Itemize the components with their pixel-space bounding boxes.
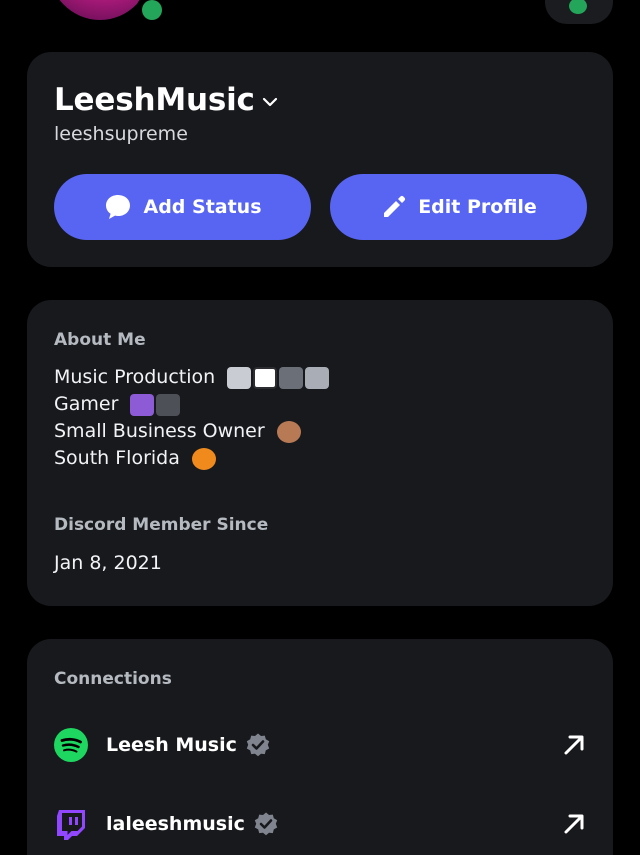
about-line: South Florida xyxy=(54,447,216,470)
external-link-arrow-icon[interactable] xyxy=(562,733,586,757)
pencil-icon xyxy=(384,195,406,217)
about-line: Small Business Owner xyxy=(54,420,301,443)
about-heading: About Me xyxy=(54,330,146,350)
verified-badge-icon xyxy=(246,733,270,757)
username: leeshsupreme xyxy=(54,123,188,145)
alien-monster-icon xyxy=(130,393,155,416)
office-worker-icon xyxy=(276,420,301,443)
profile-card: LeeshMusic leeshsupreme Add Status Edit … xyxy=(27,52,613,267)
edit-profile-label: Edit Profile xyxy=(418,196,537,218)
headphones-icon xyxy=(227,366,252,389)
connection-name: Leesh Music xyxy=(106,734,237,756)
connection-item[interactable]: Leesh Music xyxy=(54,725,586,765)
connection-item[interactable]: laleeshmusic xyxy=(54,804,586,844)
connections-card: Connections Leesh Music laleeshmusic xyxy=(27,639,613,855)
verified-badge-icon xyxy=(254,812,278,836)
connection-name: laleeshmusic xyxy=(106,813,245,835)
add-status-button[interactable]: Add Status xyxy=(54,174,311,240)
external-link-arrow-icon[interactable] xyxy=(562,812,586,836)
mixer-icon xyxy=(305,366,330,389)
profile-page: LeeshMusic leeshsupreme Add Status Edit … xyxy=(0,0,640,855)
about-line: Music Production xyxy=(54,366,330,389)
chevron-down-icon xyxy=(262,97,277,107)
gamer-emojis xyxy=(130,393,181,416)
piano-icon xyxy=(253,366,278,389)
connections-heading: Connections xyxy=(54,669,172,689)
about-line: Gamer xyxy=(54,393,181,416)
music-emojis xyxy=(227,366,330,389)
business-emojis xyxy=(276,420,301,443)
nitro-badge-button[interactable] xyxy=(545,0,613,24)
nitro-icon xyxy=(569,0,587,14)
twitch-icon xyxy=(57,810,85,840)
edit-profile-button[interactable]: Edit Profile xyxy=(330,174,587,240)
display-name-row[interactable]: LeeshMusic xyxy=(54,82,279,118)
member-since-date: Jan 8, 2021 xyxy=(54,552,162,574)
florida-emojis xyxy=(191,447,216,470)
microphone-icon xyxy=(279,366,304,389)
chat-bubble-icon xyxy=(106,195,131,219)
display-name: LeeshMusic xyxy=(54,82,255,118)
orange-icon xyxy=(191,447,216,470)
member-since-heading: Discord Member Since xyxy=(54,515,269,535)
online-status-icon xyxy=(136,0,168,26)
spotify-icon xyxy=(54,728,88,762)
about-card: About Me Music Production Gamer Small Bu… xyxy=(27,300,613,606)
game-controller-icon xyxy=(156,393,181,416)
add-status-label: Add Status xyxy=(143,196,262,218)
